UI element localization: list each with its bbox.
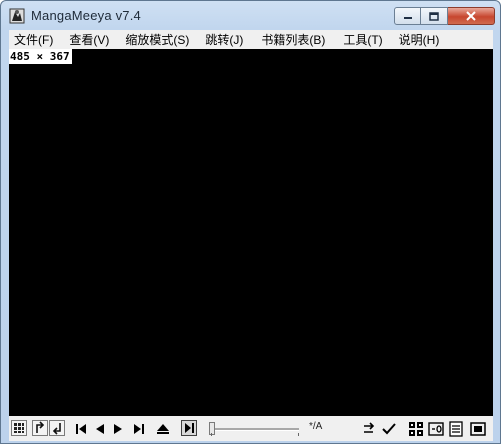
minimize-button[interactable] — [394, 7, 421, 25]
first-page-icon — [76, 424, 86, 434]
close-button[interactable] — [448, 7, 495, 25]
page-offset-button[interactable] — [427, 420, 444, 436]
menu-jump[interactable]: 跳转(J) — [200, 31, 248, 48]
slider-tick — [298, 433, 299, 436]
page-list-icon — [449, 421, 463, 437]
slider-tick — [211, 433, 212, 436]
slider-thumb[interactable] — [209, 422, 215, 435]
menu-view[interactable]: 查看(V) — [64, 31, 114, 48]
eject-icon — [157, 424, 169, 434]
menu-zoom-mode[interactable]: 缩放模式(S) — [120, 31, 194, 48]
last-page-icon — [134, 424, 144, 434]
slider-track — [211, 428, 299, 431]
play-button[interactable] — [181, 420, 197, 436]
menu-bar: 文件(F) 查看(V) 缩放模式(S) 跳转(J) 书籍列表(B) 工具(T) … — [9, 30, 493, 49]
menu-tools[interactable]: 工具(T) — [338, 31, 387, 48]
maximize-icon — [429, 11, 439, 21]
next-page-button[interactable] — [109, 420, 125, 436]
rotate-right-button[interactable] — [49, 420, 65, 436]
rotate-left-button[interactable] — [32, 420, 48, 436]
bottom-toolbar: */A — [9, 416, 493, 441]
previous-page-icon — [96, 424, 104, 434]
menu-help[interactable]: 说明(H) — [394, 31, 445, 48]
grid-view-icon — [409, 422, 423, 436]
minimize-icon — [403, 17, 412, 19]
fit-button[interactable] — [361, 420, 377, 436]
rotate-right-icon — [52, 423, 61, 435]
fit-arrow-icon — [364, 422, 375, 433]
grid-view-button[interactable] — [407, 420, 423, 436]
check-icon — [382, 423, 396, 435]
first-page-button[interactable] — [72, 420, 88, 436]
app-window: MangaMeeya v7.4 文件(F) 查看(V) 缩放模式(S) 跳转(J… — [0, 0, 501, 444]
window-title: MangaMeeya v7.4 — [31, 8, 141, 23]
fullscreen-button[interactable] — [469, 420, 486, 436]
last-page-button[interactable] — [130, 420, 146, 436]
bookmark-check-button[interactable] — [380, 420, 396, 436]
previous-page-button[interactable] — [91, 420, 107, 436]
title-bar[interactable]: MangaMeeya v7.4 — [1, 1, 500, 30]
zoom-mode-label[interactable]: */A — [309, 421, 322, 432]
menu-file[interactable]: 文件(F) — [9, 31, 58, 48]
page-zero-icon — [428, 422, 444, 436]
page-list-button[interactable] — [447, 420, 463, 437]
rotate-left-icon — [36, 421, 45, 433]
maximize-button[interactable] — [421, 7, 448, 25]
page-slider[interactable] — [209, 422, 303, 436]
image-viewer[interactable]: 485 × 367 — [9, 49, 493, 416]
eject-button[interactable] — [154, 420, 170, 436]
thumbnail-grid-button[interactable] — [11, 420, 27, 436]
close-icon — [466, 11, 476, 21]
fullscreen-icon — [470, 422, 486, 436]
next-page-icon — [114, 424, 122, 434]
image-dimensions-label: 485 × 367 — [9, 49, 72, 64]
play-icon — [185, 423, 194, 433]
thumbnail-grid-icon — [14, 423, 24, 433]
app-icon — [9, 8, 25, 24]
menu-book-list[interactable]: 书籍列表(B) — [256, 31, 330, 48]
